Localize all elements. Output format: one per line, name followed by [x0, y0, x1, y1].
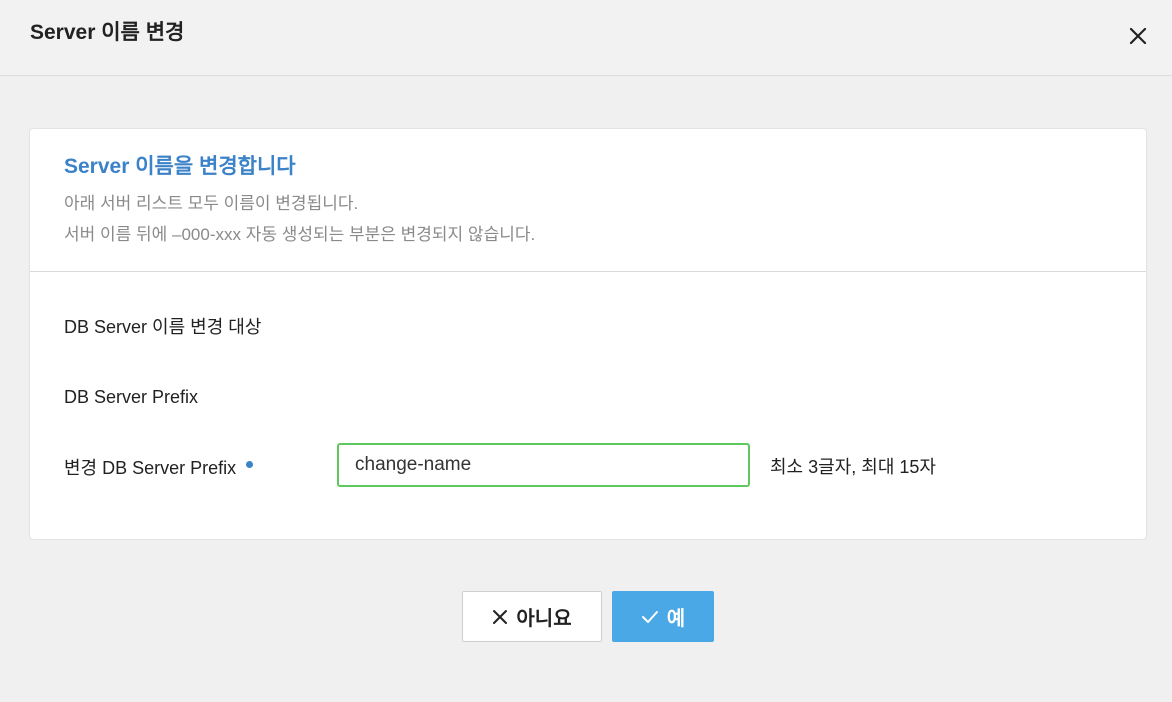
modal-header: Server 이름 변경: [0, 0, 1172, 76]
close-button[interactable]: [1124, 22, 1152, 50]
rename-server-modal: Server 이름 변경 Server 이름을 변경합니다 아래 서버 리스트 …: [0, 0, 1172, 702]
new-prefix-label: 변경 DB Server Prefix: [64, 458, 237, 478]
modal-title: Server 이름 변경: [30, 21, 185, 44]
check-icon: [641, 610, 659, 624]
x-icon: [492, 609, 508, 625]
notice-line-2: 서버 이름 뒤에 –000-xxx 자동 생성되는 부분은 변경되지 않습니다.: [64, 225, 536, 244]
close-icon: [1129, 27, 1147, 45]
prefix-label: DB Server Prefix: [64, 387, 199, 407]
new-prefix-label-row: 변경 DB Server Prefix: [64, 456, 254, 480]
target-label: DB Server 이름 변경 대상: [64, 317, 262, 337]
yes-button[interactable]: 예: [612, 591, 714, 642]
new-prefix-input[interactable]: [337, 443, 750, 487]
required-indicator: [246, 461, 254, 468]
rename-card: Server 이름을 변경합니다 아래 서버 리스트 모두 이름이 변경됩니다.…: [29, 128, 1147, 540]
length-hint: 최소 3글자, 최대 15자: [770, 457, 936, 477]
no-button-label: 아니요: [516, 608, 572, 630]
notice-section: Server 이름을 변경합니다 아래 서버 리스트 모두 이름이 변경됩니다.…: [30, 129, 1146, 272]
yes-button-label: 예: [666, 608, 686, 630]
notice-line-1: 아래 서버 리스트 모두 이름이 변경됩니다.: [64, 194, 359, 213]
no-button[interactable]: 아니요: [462, 591, 602, 642]
notice-title: Server 이름을 변경합니다: [64, 155, 296, 178]
